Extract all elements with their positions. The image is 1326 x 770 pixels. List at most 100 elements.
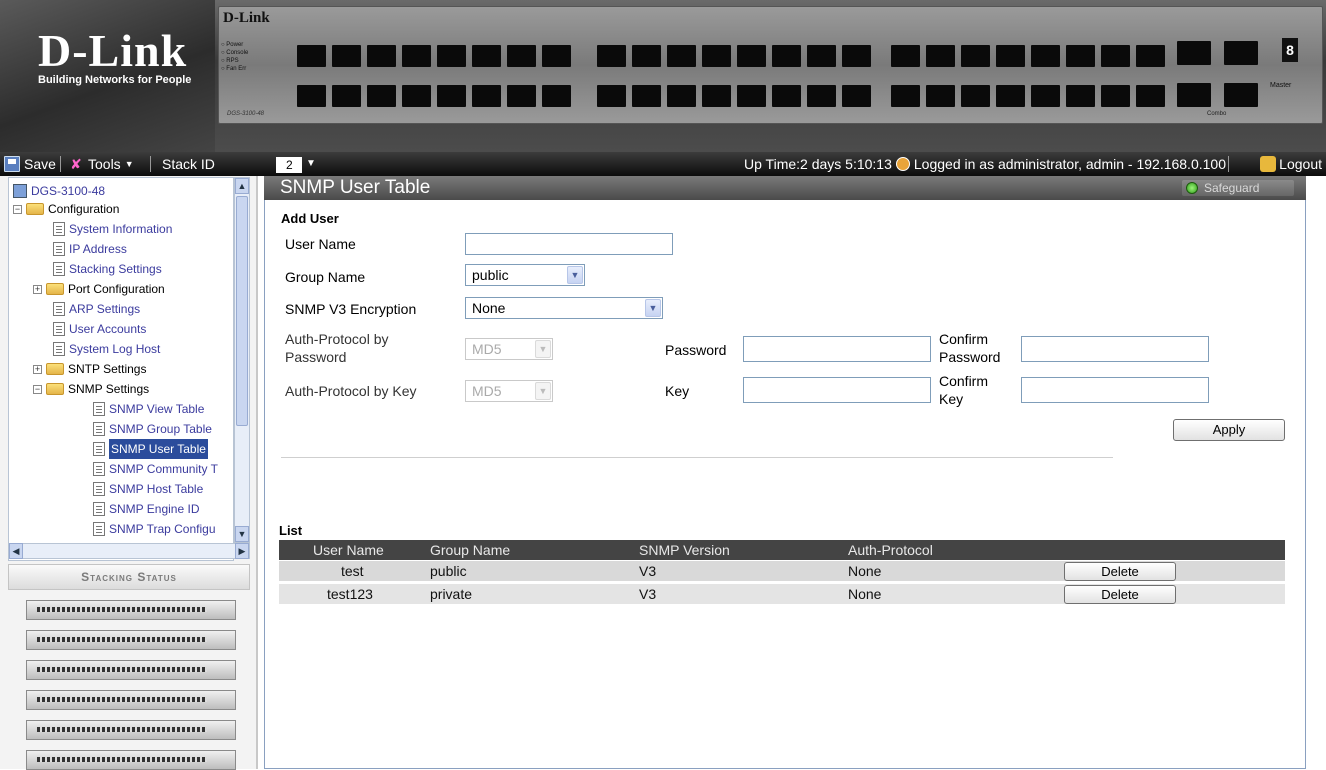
port[interactable] bbox=[297, 45, 326, 67]
scroll-thumb[interactable] bbox=[236, 196, 248, 426]
port[interactable] bbox=[772, 45, 801, 67]
tree-horizontal-scrollbar[interactable]: ◀ ▶ bbox=[8, 543, 250, 559]
port[interactable] bbox=[472, 85, 501, 107]
stack-unit[interactable] bbox=[26, 600, 236, 620]
port[interactable] bbox=[926, 85, 955, 107]
port[interactable] bbox=[842, 45, 871, 67]
tree-item-snmp-group-table[interactable]: SNMP Group Table bbox=[93, 419, 212, 439]
port[interactable] bbox=[702, 85, 731, 107]
port[interactable] bbox=[1101, 85, 1130, 107]
tree-vertical-scrollbar[interactable]: ▲ ▼ bbox=[234, 177, 250, 543]
port[interactable] bbox=[667, 45, 696, 67]
tree-item-snmp-host-table[interactable]: SNMP Host Table bbox=[93, 479, 203, 499]
tree-item-user-accounts[interactable]: User Accounts bbox=[53, 319, 146, 339]
port[interactable] bbox=[891, 45, 920, 67]
port[interactable] bbox=[632, 85, 661, 107]
port[interactable] bbox=[332, 45, 361, 67]
port[interactable] bbox=[667, 85, 696, 107]
expand-icon[interactable]: + bbox=[33, 284, 42, 294]
tools-menu[interactable]: ✘ Tools ▼ bbox=[68, 152, 133, 176]
group-name-select[interactable]: public ▼ bbox=[465, 264, 585, 286]
tree-item-arp-settings[interactable]: ARP Settings bbox=[53, 299, 140, 319]
stack-unit[interactable] bbox=[26, 690, 236, 710]
port[interactable] bbox=[891, 85, 920, 107]
port[interactable] bbox=[961, 45, 990, 67]
stack-unit[interactable] bbox=[26, 630, 236, 650]
port[interactable] bbox=[1031, 45, 1060, 67]
port[interactable] bbox=[507, 45, 536, 67]
port[interactable] bbox=[542, 85, 571, 107]
auth-key-select[interactable]: MD5 ▼ bbox=[465, 380, 553, 402]
auth-password-select[interactable]: MD5 ▼ bbox=[465, 338, 553, 360]
port[interactable] bbox=[842, 85, 871, 107]
sfp-port[interactable] bbox=[1224, 41, 1258, 65]
port[interactable] bbox=[597, 45, 626, 67]
stack-unit[interactable] bbox=[26, 750, 236, 770]
delete-button[interactable]: Delete bbox=[1064, 585, 1176, 604]
tree-item-snmp-community[interactable]: SNMP Community T bbox=[93, 459, 218, 479]
tree-item-snmp-engine-id[interactable]: SNMP Engine ID bbox=[93, 499, 200, 519]
port[interactable] bbox=[737, 45, 766, 67]
collapse-icon[interactable]: − bbox=[13, 204, 22, 214]
port[interactable] bbox=[807, 85, 836, 107]
tree-configuration[interactable]: − Configuration bbox=[13, 199, 119, 219]
stack-unit[interactable] bbox=[26, 720, 236, 740]
port[interactable] bbox=[996, 85, 1025, 107]
delete-button[interactable]: Delete bbox=[1064, 562, 1176, 581]
sfp-port[interactable] bbox=[1177, 83, 1211, 107]
port[interactable] bbox=[507, 85, 536, 107]
tree-item-system-information[interactable]: System Information bbox=[53, 219, 172, 239]
user-name-input[interactable] bbox=[465, 233, 673, 255]
chevron-down-icon[interactable]: ▼ bbox=[306, 152, 316, 176]
port[interactable] bbox=[542, 45, 571, 67]
stack-unit[interactable] bbox=[26, 660, 236, 680]
scroll-right-icon[interactable]: ▶ bbox=[235, 543, 249, 559]
port[interactable] bbox=[597, 85, 626, 107]
sfp-port[interactable] bbox=[1177, 41, 1211, 65]
tree-item-snmp-view-table[interactable]: SNMP View Table bbox=[93, 399, 204, 419]
tree-item-snmp-user-table[interactable]: SNMP User Table bbox=[93, 439, 208, 459]
tree-item-ip-address[interactable]: IP Address bbox=[53, 239, 127, 259]
port[interactable] bbox=[996, 45, 1025, 67]
sfp-port[interactable] bbox=[1224, 83, 1258, 107]
scroll-down-icon[interactable]: ▼ bbox=[235, 526, 249, 542]
port[interactable] bbox=[437, 85, 466, 107]
tree-port-configuration[interactable]: + Port Configuration bbox=[33, 279, 165, 299]
port[interactable] bbox=[807, 45, 836, 67]
port[interactable] bbox=[632, 45, 661, 67]
tree-root[interactable]: DGS-3100-48 bbox=[13, 181, 105, 201]
tree-item-snmp-trap[interactable]: SNMP Trap Configu bbox=[93, 519, 216, 539]
port[interactable] bbox=[437, 45, 466, 67]
scroll-left-icon[interactable]: ◀ bbox=[9, 543, 23, 559]
port[interactable] bbox=[702, 45, 731, 67]
port[interactable] bbox=[297, 85, 326, 107]
tree-sntp-settings[interactable]: + SNTP Settings bbox=[33, 359, 146, 379]
key-input[interactable] bbox=[743, 377, 931, 403]
port[interactable] bbox=[1066, 45, 1095, 67]
encryption-select[interactable]: None ▼ bbox=[465, 297, 663, 319]
password-input[interactable] bbox=[743, 336, 931, 362]
logout-button[interactable]: Logout bbox=[1260, 152, 1322, 176]
port[interactable] bbox=[1136, 85, 1165, 107]
port[interactable] bbox=[367, 45, 396, 67]
port[interactable] bbox=[367, 85, 396, 107]
port[interactable] bbox=[737, 85, 766, 107]
port[interactable] bbox=[472, 45, 501, 67]
apply-button[interactable]: Apply bbox=[1173, 419, 1285, 441]
collapse-icon[interactable]: − bbox=[33, 384, 42, 394]
port[interactable] bbox=[926, 45, 955, 67]
scroll-up-icon[interactable]: ▲ bbox=[235, 178, 249, 194]
port[interactable] bbox=[402, 85, 431, 107]
stack-id-select[interactable]: 2 bbox=[276, 157, 302, 173]
port[interactable] bbox=[772, 85, 801, 107]
tree-snmp-settings[interactable]: − SNMP Settings bbox=[33, 379, 149, 399]
port[interactable] bbox=[332, 85, 361, 107]
port[interactable] bbox=[1101, 45, 1130, 67]
port[interactable] bbox=[961, 85, 990, 107]
port[interactable] bbox=[402, 45, 431, 67]
port[interactable] bbox=[1031, 85, 1060, 107]
port[interactable] bbox=[1136, 45, 1165, 67]
save-button[interactable]: Save bbox=[4, 152, 56, 176]
tree-item-system-log-host[interactable]: System Log Host bbox=[53, 339, 160, 359]
port[interactable] bbox=[1066, 85, 1095, 107]
